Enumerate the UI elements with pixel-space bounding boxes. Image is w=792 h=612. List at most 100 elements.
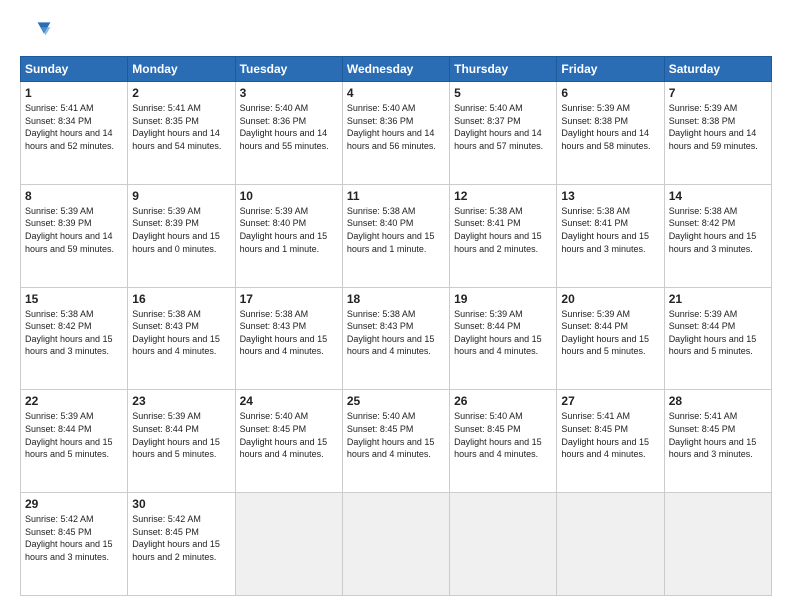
day-info: Sunrise: 5:40 AM Sunset: 8:45 PM Dayligh… — [347, 410, 445, 460]
day-info: Sunrise: 5:39 AM Sunset: 8:40 PM Dayligh… — [240, 205, 338, 255]
logo — [20, 16, 56, 48]
day-info: Sunrise: 5:40 AM Sunset: 8:45 PM Dayligh… — [454, 410, 552, 460]
day-of-week-wednesday: Wednesday — [342, 57, 449, 82]
calendar-cell: 12 Sunrise: 5:38 AM Sunset: 8:41 PM Dayl… — [450, 184, 557, 287]
week-row-3: 15 Sunrise: 5:38 AM Sunset: 8:42 PM Dayl… — [21, 287, 772, 390]
day-number: 25 — [347, 394, 445, 408]
calendar-cell: 17 Sunrise: 5:38 AM Sunset: 8:43 PM Dayl… — [235, 287, 342, 390]
day-info: Sunrise: 5:38 AM Sunset: 8:41 PM Dayligh… — [454, 205, 552, 255]
day-number: 14 — [669, 189, 767, 203]
calendar-cell: 26 Sunrise: 5:40 AM Sunset: 8:45 PM Dayl… — [450, 390, 557, 493]
day-number: 1 — [25, 86, 123, 100]
day-info: Sunrise: 5:40 AM Sunset: 8:37 PM Dayligh… — [454, 102, 552, 152]
calendar-cell: 5 Sunrise: 5:40 AM Sunset: 8:37 PM Dayli… — [450, 82, 557, 185]
calendar-cell — [342, 493, 449, 596]
day-of-week-saturday: Saturday — [664, 57, 771, 82]
calendar-cell: 7 Sunrise: 5:39 AM Sunset: 8:38 PM Dayli… — [664, 82, 771, 185]
day-info: Sunrise: 5:38 AM Sunset: 8:42 PM Dayligh… — [25, 308, 123, 358]
week-row-5: 29 Sunrise: 5:42 AM Sunset: 8:45 PM Dayl… — [21, 493, 772, 596]
day-number: 20 — [561, 292, 659, 306]
calendar-cell: 6 Sunrise: 5:39 AM Sunset: 8:38 PM Dayli… — [557, 82, 664, 185]
day-info: Sunrise: 5:40 AM Sunset: 8:36 PM Dayligh… — [240, 102, 338, 152]
calendar-cell: 4 Sunrise: 5:40 AM Sunset: 8:36 PM Dayli… — [342, 82, 449, 185]
day-number: 29 — [25, 497, 123, 511]
day-number: 10 — [240, 189, 338, 203]
day-info: Sunrise: 5:41 AM Sunset: 8:35 PM Dayligh… — [132, 102, 230, 152]
day-number: 19 — [454, 292, 552, 306]
day-of-week-thursday: Thursday — [450, 57, 557, 82]
day-info: Sunrise: 5:38 AM Sunset: 8:43 PM Dayligh… — [240, 308, 338, 358]
calendar-cell: 10 Sunrise: 5:39 AM Sunset: 8:40 PM Dayl… — [235, 184, 342, 287]
page: SundayMondayTuesdayWednesdayThursdayFrid… — [0, 0, 792, 612]
week-row-1: 1 Sunrise: 5:41 AM Sunset: 8:34 PM Dayli… — [21, 82, 772, 185]
day-info: Sunrise: 5:39 AM Sunset: 8:44 PM Dayligh… — [25, 410, 123, 460]
day-number: 18 — [347, 292, 445, 306]
day-number: 24 — [240, 394, 338, 408]
day-info: Sunrise: 5:39 AM Sunset: 8:39 PM Dayligh… — [132, 205, 230, 255]
calendar-header-row: SundayMondayTuesdayWednesdayThursdayFrid… — [21, 57, 772, 82]
week-row-4: 22 Sunrise: 5:39 AM Sunset: 8:44 PM Dayl… — [21, 390, 772, 493]
calendar-cell: 14 Sunrise: 5:38 AM Sunset: 8:42 PM Dayl… — [664, 184, 771, 287]
calendar-cell: 2 Sunrise: 5:41 AM Sunset: 8:35 PM Dayli… — [128, 82, 235, 185]
day-info: Sunrise: 5:39 AM Sunset: 8:44 PM Dayligh… — [132, 410, 230, 460]
day-number: 27 — [561, 394, 659, 408]
day-info: Sunrise: 5:40 AM Sunset: 8:36 PM Dayligh… — [347, 102, 445, 152]
calendar-cell: 18 Sunrise: 5:38 AM Sunset: 8:43 PM Dayl… — [342, 287, 449, 390]
day-number: 21 — [669, 292, 767, 306]
calendar-cell — [557, 493, 664, 596]
calendar-cell — [235, 493, 342, 596]
day-number: 28 — [669, 394, 767, 408]
day-info: Sunrise: 5:41 AM Sunset: 8:45 PM Dayligh… — [561, 410, 659, 460]
week-row-2: 8 Sunrise: 5:39 AM Sunset: 8:39 PM Dayli… — [21, 184, 772, 287]
day-of-week-friday: Friday — [557, 57, 664, 82]
day-info: Sunrise: 5:39 AM Sunset: 8:38 PM Dayligh… — [561, 102, 659, 152]
calendar-cell: 22 Sunrise: 5:39 AM Sunset: 8:44 PM Dayl… — [21, 390, 128, 493]
day-info: Sunrise: 5:39 AM Sunset: 8:44 PM Dayligh… — [561, 308, 659, 358]
day-info: Sunrise: 5:39 AM Sunset: 8:38 PM Dayligh… — [669, 102, 767, 152]
day-number: 3 — [240, 86, 338, 100]
calendar-cell: 13 Sunrise: 5:38 AM Sunset: 8:41 PM Dayl… — [557, 184, 664, 287]
logo-icon — [20, 16, 52, 48]
calendar-cell: 20 Sunrise: 5:39 AM Sunset: 8:44 PM Dayl… — [557, 287, 664, 390]
calendar-cell: 11 Sunrise: 5:38 AM Sunset: 8:40 PM Dayl… — [342, 184, 449, 287]
calendar-cell: 1 Sunrise: 5:41 AM Sunset: 8:34 PM Dayli… — [21, 82, 128, 185]
day-number: 7 — [669, 86, 767, 100]
day-number: 6 — [561, 86, 659, 100]
day-info: Sunrise: 5:38 AM Sunset: 8:41 PM Dayligh… — [561, 205, 659, 255]
day-number: 16 — [132, 292, 230, 306]
calendar-cell: 29 Sunrise: 5:42 AM Sunset: 8:45 PM Dayl… — [21, 493, 128, 596]
day-info: Sunrise: 5:38 AM Sunset: 8:43 PM Dayligh… — [347, 308, 445, 358]
calendar-cell: 28 Sunrise: 5:41 AM Sunset: 8:45 PM Dayl… — [664, 390, 771, 493]
day-info: Sunrise: 5:42 AM Sunset: 8:45 PM Dayligh… — [25, 513, 123, 563]
day-of-week-sunday: Sunday — [21, 57, 128, 82]
day-info: Sunrise: 5:38 AM Sunset: 8:43 PM Dayligh… — [132, 308, 230, 358]
calendar-cell: 21 Sunrise: 5:39 AM Sunset: 8:44 PM Dayl… — [664, 287, 771, 390]
day-number: 12 — [454, 189, 552, 203]
calendar-cell — [664, 493, 771, 596]
day-info: Sunrise: 5:40 AM Sunset: 8:45 PM Dayligh… — [240, 410, 338, 460]
calendar-cell: 16 Sunrise: 5:38 AM Sunset: 8:43 PM Dayl… — [128, 287, 235, 390]
day-number: 23 — [132, 394, 230, 408]
day-info: Sunrise: 5:39 AM Sunset: 8:39 PM Dayligh… — [25, 205, 123, 255]
calendar-cell: 23 Sunrise: 5:39 AM Sunset: 8:44 PM Dayl… — [128, 390, 235, 493]
day-number: 22 — [25, 394, 123, 408]
day-info: Sunrise: 5:41 AM Sunset: 8:45 PM Dayligh… — [669, 410, 767, 460]
calendar: SundayMondayTuesdayWednesdayThursdayFrid… — [20, 56, 772, 596]
day-info: Sunrise: 5:38 AM Sunset: 8:42 PM Dayligh… — [669, 205, 767, 255]
day-number: 2 — [132, 86, 230, 100]
calendar-cell — [450, 493, 557, 596]
calendar-cell: 27 Sunrise: 5:41 AM Sunset: 8:45 PM Dayl… — [557, 390, 664, 493]
day-of-week-monday: Monday — [128, 57, 235, 82]
day-number: 9 — [132, 189, 230, 203]
day-info: Sunrise: 5:41 AM Sunset: 8:34 PM Dayligh… — [25, 102, 123, 152]
day-info: Sunrise: 5:39 AM Sunset: 8:44 PM Dayligh… — [454, 308, 552, 358]
calendar-cell: 15 Sunrise: 5:38 AM Sunset: 8:42 PM Dayl… — [21, 287, 128, 390]
day-info: Sunrise: 5:42 AM Sunset: 8:45 PM Dayligh… — [132, 513, 230, 563]
day-number: 26 — [454, 394, 552, 408]
day-number: 5 — [454, 86, 552, 100]
day-number: 15 — [25, 292, 123, 306]
day-info: Sunrise: 5:38 AM Sunset: 8:40 PM Dayligh… — [347, 205, 445, 255]
calendar-cell: 24 Sunrise: 5:40 AM Sunset: 8:45 PM Dayl… — [235, 390, 342, 493]
calendar-cell: 19 Sunrise: 5:39 AM Sunset: 8:44 PM Dayl… — [450, 287, 557, 390]
day-info: Sunrise: 5:39 AM Sunset: 8:44 PM Dayligh… — [669, 308, 767, 358]
